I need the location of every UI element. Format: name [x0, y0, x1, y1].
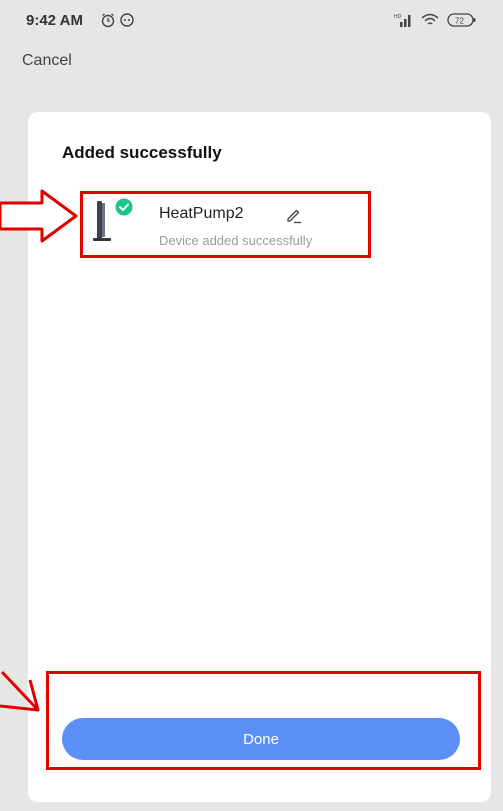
cancel-button[interactable]: Cancel: [22, 52, 72, 70]
arrow-right-icon: [0, 670, 40, 712]
battery-level: 72: [455, 17, 464, 26]
device-highlight-box: [80, 191, 371, 258]
notification-icon: [120, 13, 134, 27]
battery-icon: 72: [447, 13, 476, 27]
svg-text:HD: HD: [394, 14, 402, 20]
page-title: Added successfully: [62, 143, 222, 162]
done-highlight-box: [46, 671, 481, 770]
signal-icon: HD: [394, 14, 411, 27]
status-time: 9:42 AM: [26, 12, 83, 29]
status-bar: 9:42 AM HD 72: [0, 0, 503, 38]
arrow-right-icon: [0, 189, 78, 243]
wifi-icon: [421, 13, 439, 25]
alarm-icon: [101, 13, 115, 28]
